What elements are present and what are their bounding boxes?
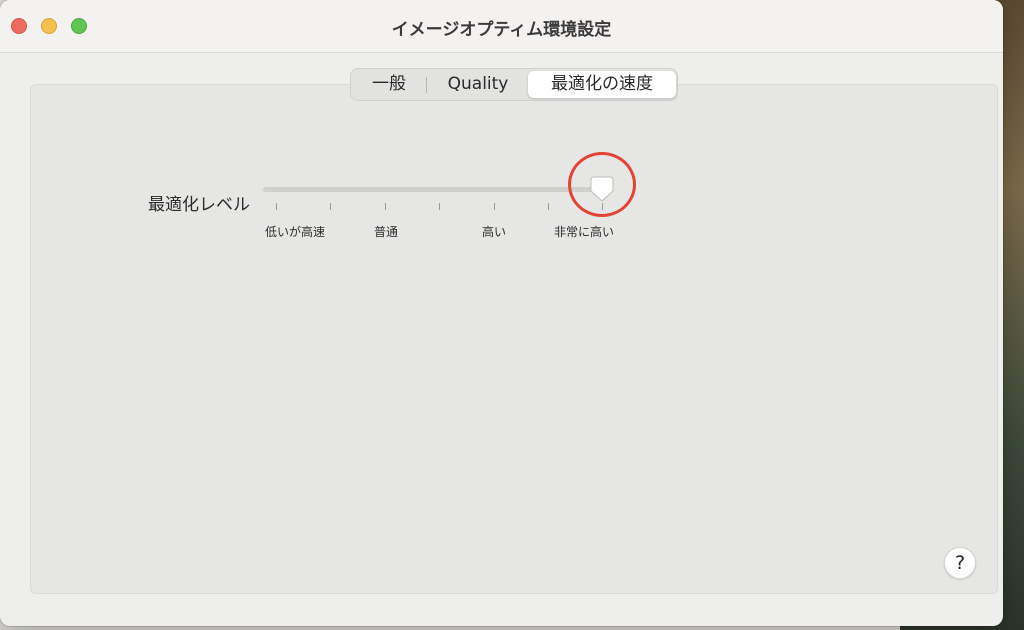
tab-general[interactable]: 一般 (353, 71, 425, 98)
tick-label-very-high: 非常に高い (553, 225, 615, 239)
tab-divider (426, 77, 427, 93)
tab-optimization-speed[interactable]: 最適化の速度 (528, 71, 676, 98)
slider-tick (548, 203, 549, 210)
slider-tick (494, 203, 495, 210)
slider-tick (276, 203, 277, 210)
window-title: イメージオプティム環境設定 (391, 20, 612, 40)
tick-label-low-fast: 低いが高速 (264, 225, 326, 239)
tick-label-normal: 普通 (373, 225, 399, 239)
help-button[interactable]: ? (944, 547, 976, 579)
slider-tick (330, 203, 331, 210)
optimization-level-label: 最適化レベル (148, 195, 250, 215)
tick-label-high: 高い (481, 225, 507, 239)
optimization-level-slider[interactable] (263, 187, 613, 192)
content-panel (30, 84, 998, 594)
highlight-circle (568, 152, 636, 217)
slider-tick (385, 203, 386, 210)
preferences-window: イメージオプティム環境設定 一般 Quality 最適化の速度 最適化レベル 低… (0, 0, 1003, 626)
tab-bar: 一般 Quality 最適化の速度 (350, 68, 678, 101)
title-bar: イメージオプティム環境設定 (0, 0, 1003, 53)
slider-tick (439, 203, 440, 210)
tab-quality[interactable]: Quality (429, 71, 527, 98)
